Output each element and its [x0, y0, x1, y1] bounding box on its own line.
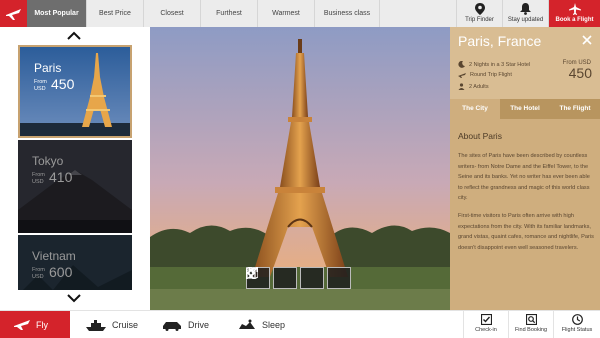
mode-sleep-button[interactable]: Sleep [238, 311, 308, 338]
tab-business-class[interactable]: Business class [315, 0, 380, 27]
destination-info-panel: Paris, France 2 Nights in a 3 Star Hotel… [450, 27, 600, 310]
tab-the-city[interactable]: The City [450, 99, 500, 119]
destination-from: From USD [34, 79, 47, 92]
detail-flight: Round Trip Flight [458, 72, 512, 78]
destination-price: 410 [49, 169, 73, 185]
tab-most-popular[interactable]: Most Popular [27, 0, 87, 27]
chevron-up-icon[interactable] [66, 31, 82, 41]
map-button[interactable] [246, 267, 297, 289]
stay-updated-label: Stay updated [507, 17, 544, 23]
map-pin-icon [474, 3, 485, 15]
car-icon [163, 321, 181, 331]
airline-logo[interactable] [0, 0, 27, 27]
find-booking-button[interactable]: Find Booking [508, 311, 553, 338]
person-icon [458, 83, 465, 90]
bottom-navigation-bar: Fly Cruise Drive Sleep Check-in Find Boo… [0, 310, 600, 338]
mode-fly-button[interactable]: Fly [0, 311, 70, 338]
destination-from: From USD [32, 172, 45, 185]
about-paragraph: First-time visitors to Paris often arriv… [458, 213, 594, 251]
detail-adults: 2 Adults [458, 83, 489, 90]
hero-image-eiffel-tower [150, 27, 450, 310]
mode-drive-button[interactable]: Drive [162, 311, 232, 338]
share-button[interactable] [246, 267, 324, 289]
flight-status-button[interactable]: Flight Status [553, 311, 600, 338]
destination-city: Paris [34, 61, 62, 75]
book-a-flight-label: Book a Flight [555, 17, 594, 23]
bed-icon [239, 319, 255, 329]
destination-price: 450 [51, 76, 75, 92]
about-paragraph: The sites of Paris have been described b… [458, 153, 590, 201]
destination-list: Paris From USD 450 Tokyo From USD 410 Vi… [18, 45, 132, 290]
book-a-flight-button[interactable]: Book a Flight [548, 0, 600, 27]
destination-from: From USD [32, 267, 45, 280]
destination-card-vietnam[interactable]: Vietnam From USD 600 [18, 235, 132, 290]
trip-finder-label: Trip Finder [465, 17, 494, 23]
price-value: 450 [568, 65, 592, 81]
bell-icon [520, 3, 531, 15]
detail-nights: 2 Nights in a 3 Star Hotel [458, 61, 530, 68]
stay-updated-button[interactable]: Stay updated [502, 0, 548, 27]
tab-warmest[interactable]: Warmest [258, 0, 315, 27]
destination-city: Vietnam [32, 249, 76, 263]
tab-furthest[interactable]: Furthest [201, 0, 258, 27]
info-header: Paris, France 2 Nights in a 3 Star Hotel… [450, 27, 600, 99]
trip-finder-button[interactable]: Trip Finder [456, 0, 502, 27]
tab-the-hotel[interactable]: The Hotel [500, 99, 550, 119]
chevron-right-icon [248, 267, 256, 279]
destination-card-paris[interactable]: Paris From USD 450 [18, 45, 132, 138]
next-image-button[interactable] [248, 267, 351, 289]
plane-icon [14, 320, 30, 330]
clock-icon [571, 314, 583, 325]
chevron-down-icon[interactable] [66, 293, 82, 303]
moon-icon [458, 61, 465, 68]
check-in-button[interactable]: Check-in [463, 311, 508, 338]
tab-the-flight[interactable]: The Flight [550, 99, 600, 119]
tab-best-price[interactable]: Best Price [87, 0, 144, 27]
plane-logo-icon [6, 9, 21, 20]
top-navigation-bar: Most Popular Best Price Closest Furthest… [0, 0, 600, 27]
close-icon[interactable] [582, 35, 592, 45]
search-booking-icon [525, 314, 537, 325]
about-heading: About Paris [458, 131, 502, 141]
ship-icon [86, 320, 106, 331]
destination-city: Tokyo [32, 154, 64, 168]
image-controls [246, 267, 351, 289]
plane-icon [458, 73, 466, 78]
destination-price: 600 [49, 264, 73, 280]
filter-tabs: Most Popular Best Price Closest Furthest… [27, 0, 380, 27]
top-tools: Trip Finder Stay updated Book a Flight [456, 0, 600, 27]
plane-icon [568, 3, 581, 15]
mode-cruise-button[interactable]: Cruise [86, 311, 156, 338]
destinations-panel: Paris From USD 450 Tokyo From USD 410 Vi… [0, 27, 150, 310]
checkbox-icon [480, 314, 492, 325]
destination-card-tokyo[interactable]: Tokyo From USD 410 [18, 140, 132, 233]
info-tabs: The City The Hotel The Flight [450, 99, 600, 119]
destination-title: Paris, France [458, 33, 542, 49]
tab-closest[interactable]: Closest [144, 0, 201, 27]
